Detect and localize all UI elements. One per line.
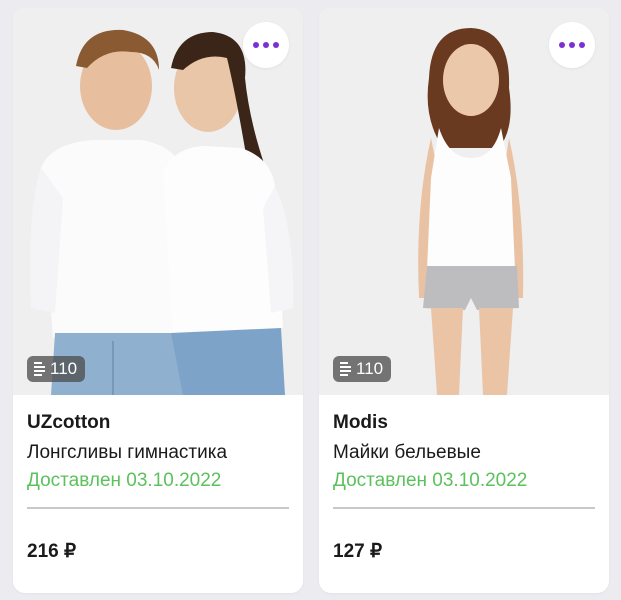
- more-options-button[interactable]: [549, 22, 595, 68]
- item-count-badge: 110: [333, 356, 392, 382]
- more-dots-icon: [253, 42, 259, 48]
- brand-name: UZcotton: [27, 412, 111, 433]
- list-icon: [34, 362, 45, 376]
- item-count-value: 110: [356, 359, 384, 378]
- product-price: 216 ₽: [27, 541, 77, 562]
- product-grid: 110 UZcotton Лонгсливы гимнастика Достав…: [0, 0, 621, 600]
- product-price: 127 ₽: [333, 541, 383, 562]
- delivery-status: Доставлен 03.10.2022: [333, 470, 528, 491]
- delivery-status: Доставлен 03.10.2022: [27, 470, 222, 491]
- more-options-button[interactable]: [243, 22, 289, 68]
- product-card[interactable]: 110 Modis Майки бельевые Доставлен 03.10…: [319, 8, 609, 593]
- product-title: Майки бельевые: [333, 442, 481, 463]
- brand-name: Modis: [333, 412, 388, 433]
- item-count-value: 110: [50, 359, 78, 378]
- more-dots-icon: [559, 42, 565, 48]
- item-count-badge: 110: [27, 356, 86, 382]
- product-image[interactable]: 110: [319, 8, 609, 395]
- product-title: Лонгсливы гимнастика: [27, 442, 228, 463]
- divider: [27, 507, 289, 509]
- product-card[interactable]: 110 UZcotton Лонгсливы гимнастика Достав…: [13, 8, 303, 593]
- list-icon: [340, 362, 351, 376]
- product-image[interactable]: 110: [13, 8, 303, 395]
- divider: [333, 507, 595, 509]
